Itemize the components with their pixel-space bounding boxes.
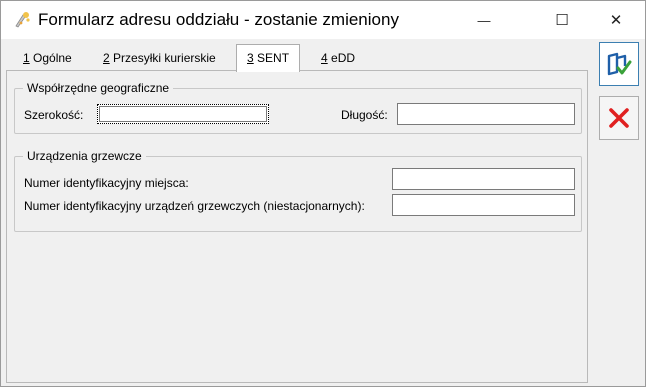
maximize-icon: ☐	[555, 12, 569, 29]
tab-panel-sent: Współrzędne geograficzne Szerokość: Dług…	[6, 70, 588, 383]
close-icon: ✕	[609, 12, 623, 29]
geo-coordinates-group: Współrzędne geograficzne Szerokość: Dług…	[14, 81, 582, 134]
latitude-label: Szerokość:	[24, 108, 84, 122]
place-id-label: Numer identyfikacyjny miejsca:	[24, 176, 189, 190]
window-title: Formularz adresu oddziału - zostanie zmi…	[38, 10, 399, 29]
devices-group-legend: Urządzenia grzewcze	[23, 149, 146, 163]
save-button[interactable]	[599, 42, 639, 86]
tab-label: eDD	[327, 51, 356, 65]
minimize-button[interactable]: —	[461, 1, 507, 39]
tab-hotkey: 3	[247, 51, 254, 65]
cancel-button[interactable]	[599, 96, 639, 140]
longitude-label: Długość:	[341, 108, 388, 122]
tab-ogolne[interactable]: 1 Ogólne	[19, 46, 76, 70]
tab-edd[interactable]: 4 eDD	[317, 46, 359, 70]
heating-devices-group: Urządzenia grzewcze Numer identyfikacyjn…	[14, 149, 582, 232]
tab-sent[interactable]: 3 SENT	[236, 44, 301, 72]
tab-label: Przesyłki kurierskie	[109, 51, 216, 65]
close-button[interactable]: ✕	[593, 1, 639, 39]
device-id-label: Numer identyfikacyjny urządzeń grzewczyc…	[24, 199, 365, 213]
maximize-button[interactable]: ☐	[539, 1, 585, 39]
tab-hotkey: 2	[103, 51, 110, 65]
form-window: Formularz adresu oddziału - zostanie zmi…	[0, 0, 646, 387]
app-icon	[15, 12, 30, 28]
longitude-input[interactable]	[397, 103, 575, 125]
geo-group-legend: Współrzędne geograficzne	[23, 81, 174, 95]
title-bar[interactable]: Formularz adresu oddziału - zostanie zmi…	[1, 1, 645, 39]
tab-przesylki-kurierskie[interactable]: 2 Przesyłki kurierskie	[99, 46, 220, 70]
save-confirm-icon	[607, 52, 632, 76]
cancel-icon	[609, 108, 629, 128]
minimize-icon: —	[477, 12, 491, 28]
tab-hotkey: 1	[23, 51, 30, 65]
place-id-input[interactable]	[392, 168, 575, 190]
tab-label: Ogólne	[29, 51, 72, 65]
latitude-input[interactable]	[97, 104, 269, 124]
tab-label: SENT	[253, 51, 290, 65]
device-id-input[interactable]	[392, 194, 575, 216]
tab-hotkey: 4	[321, 51, 328, 65]
